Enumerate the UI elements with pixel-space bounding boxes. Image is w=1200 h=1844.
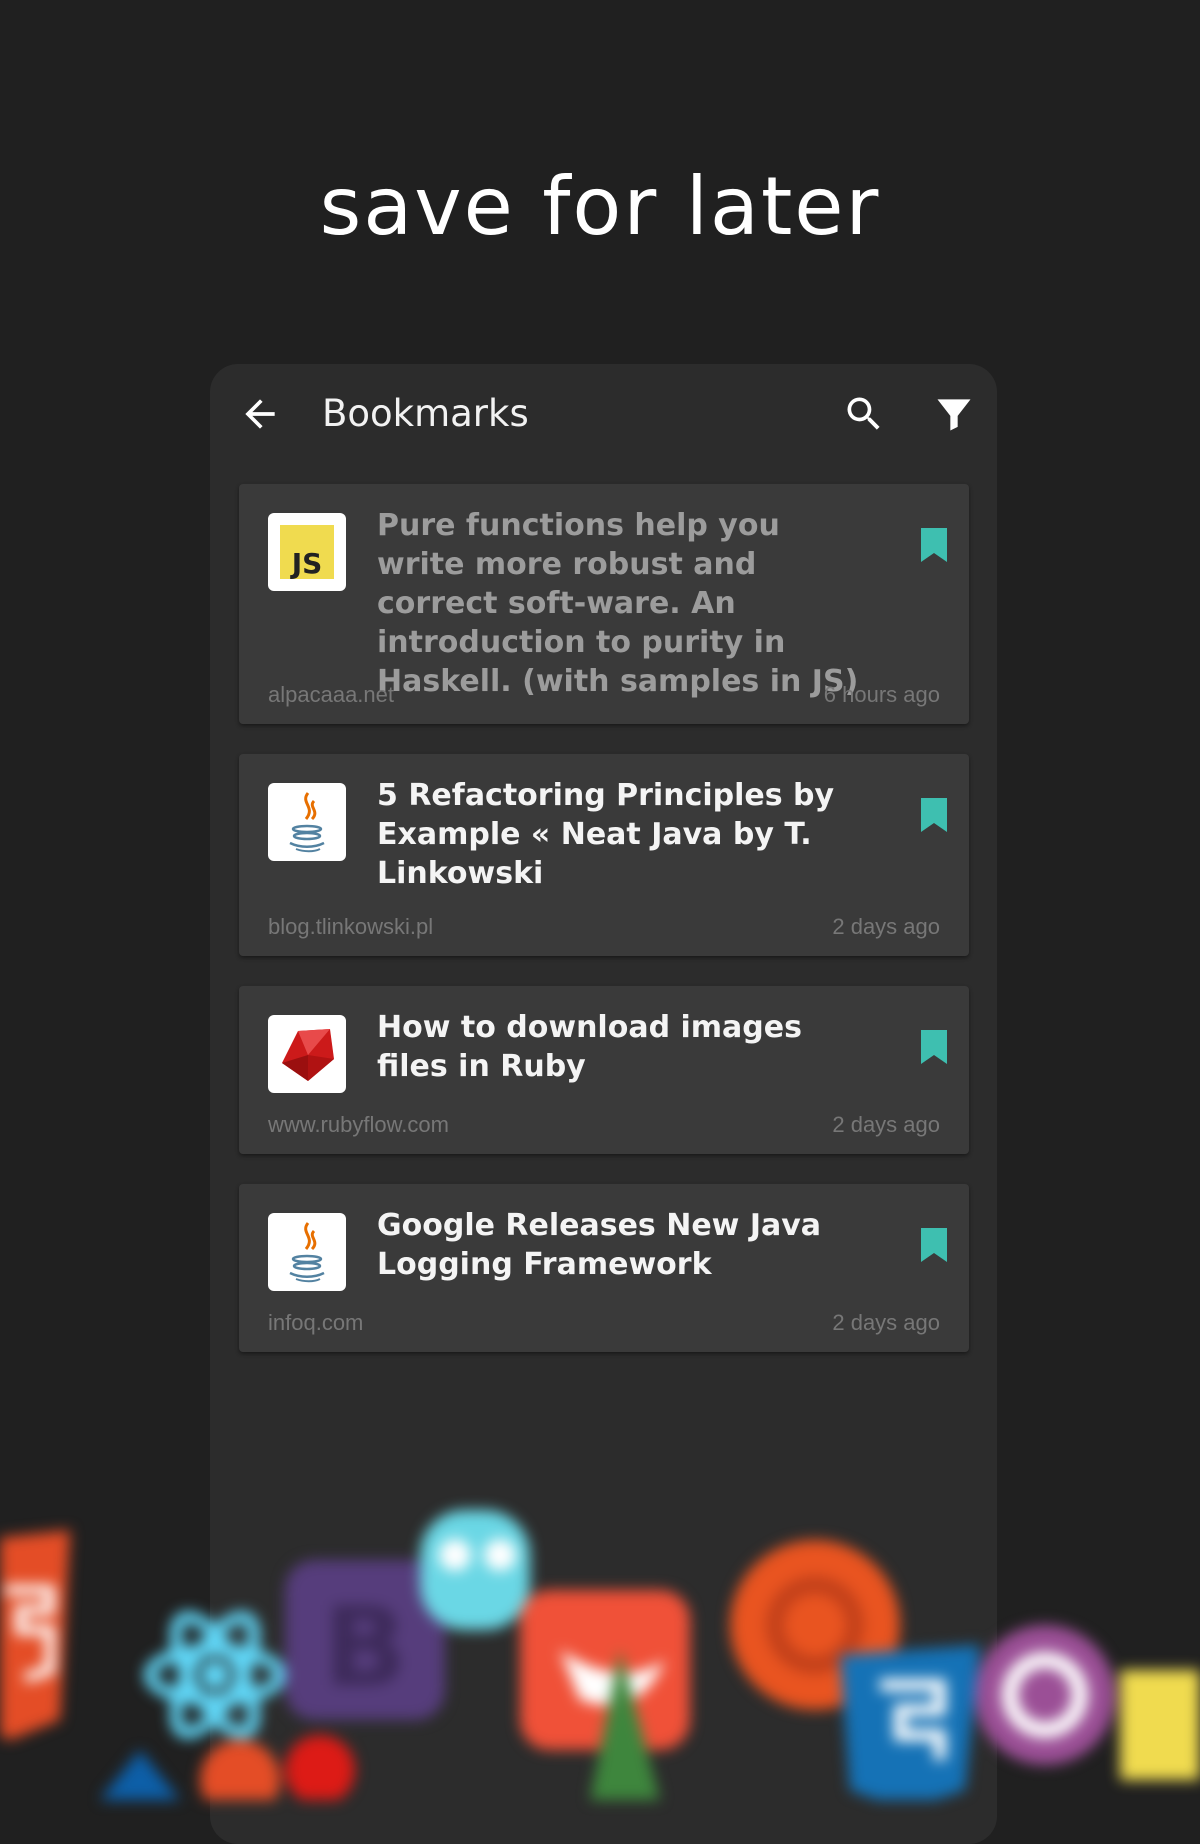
search-button[interactable] bbox=[842, 392, 886, 436]
bookmark-icon[interactable] bbox=[919, 526, 949, 564]
bookmark-domain: blog.tlinkowski.pl bbox=[268, 914, 434, 939]
react-logo-icon bbox=[144, 1611, 286, 1739]
bookmark-title: How to download images files in Ruby bbox=[377, 1010, 802, 1084]
bookmark-title: 5 Refactoring Principles by Example « Ne… bbox=[377, 778, 835, 891]
bookmark-domain: infoq.com bbox=[268, 1310, 364, 1335]
search-icon bbox=[847, 397, 880, 430]
back-button[interactable] bbox=[238, 392, 282, 436]
arrow-left-icon bbox=[245, 399, 275, 429]
bookmark-icon[interactable] bbox=[919, 1226, 949, 1264]
bookmark-card[interactable]: JS Pure functions help you write more ro… bbox=[239, 484, 969, 724]
bookmark-time: 2 days ago bbox=[832, 1310, 940, 1335]
bookmark-list: JS Pure functions help you write more ro… bbox=[239, 484, 969, 1382]
toolbar: Bookmarks bbox=[210, 364, 997, 464]
bookmark-domain: alpacaaa.net bbox=[268, 682, 394, 707]
filter-icon bbox=[937, 399, 971, 431]
javascript-logo-icon: JS bbox=[268, 513, 346, 591]
csharp-logo-icon bbox=[975, 1625, 1115, 1765]
ruby-logo-icon bbox=[268, 1015, 346, 1093]
html5-logo-icon bbox=[0, 1530, 70, 1740]
bookmark-icon[interactable] bbox=[919, 796, 949, 834]
bookmark-card[interactable]: How to download images files in Ruby www… bbox=[239, 986, 969, 1154]
bookmark-icon[interactable] bbox=[919, 1028, 949, 1066]
bookmark-time: 6 hours ago bbox=[823, 682, 940, 707]
bookmark-title: Pure functions help you write more robus… bbox=[377, 508, 859, 699]
filter-button[interactable] bbox=[932, 392, 976, 436]
java-logo-icon bbox=[268, 1213, 346, 1291]
bookmark-time: 2 days ago bbox=[832, 1112, 940, 1137]
page-title: Bookmarks bbox=[322, 392, 529, 435]
svg-text:JS: JS bbox=[290, 547, 323, 580]
css3-logo-icon bbox=[840, 1645, 980, 1810]
bookmark-time: 2 days ago bbox=[832, 914, 940, 939]
javascript-logo-icon bbox=[1120, 1670, 1200, 1780]
background-logo-strip: B bbox=[0, 1480, 1200, 1820]
svg-text:B: B bbox=[323, 1583, 407, 1711]
go-gopher-icon bbox=[420, 1510, 530, 1630]
java-logo-icon bbox=[268, 783, 346, 861]
bookmark-card[interactable]: Google Releases New Java Logging Framewo… bbox=[239, 1184, 969, 1352]
headline: save for later bbox=[319, 160, 881, 253]
bookmark-domain: www.rubyflow.com bbox=[268, 1112, 449, 1137]
bookmark-title: Google Releases New Java Logging Framewo… bbox=[377, 1208, 822, 1282]
bookmark-card[interactable]: 5 Refactoring Principles by Example « Ne… bbox=[239, 754, 969, 956]
